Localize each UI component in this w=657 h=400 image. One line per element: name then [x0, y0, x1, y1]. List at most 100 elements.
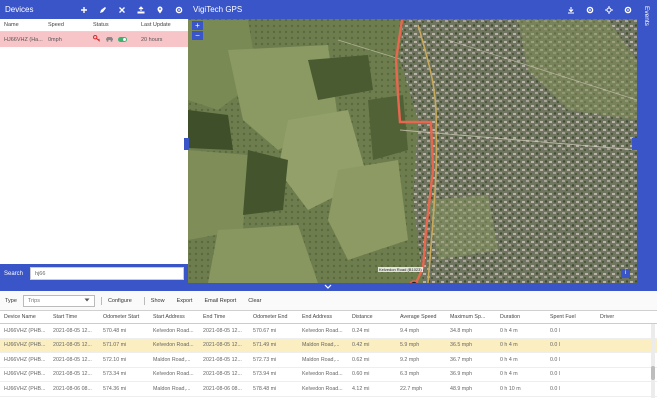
satellite-map[interactable] — [188, 0, 637, 283]
column-start-address[interactable]: Start Address — [149, 314, 199, 320]
column-duration[interactable]: Duration — [496, 314, 546, 320]
zoom-in-button[interactable]: + — [192, 21, 203, 30]
remove-icon[interactable] — [118, 6, 126, 14]
cell-average-speed: 9.4 mph — [400, 327, 420, 334]
export-button[interactable]: Export — [177, 298, 193, 304]
cell-duration: 0 h 4 m — [500, 342, 518, 349]
cell-odometer-end: 572.73 mi — [253, 356, 277, 363]
column-spent-fuel[interactable]: Spent Fuel — [546, 314, 596, 320]
download-icon[interactable] — [567, 6, 575, 14]
cell-duration: 0 h 4 m — [500, 327, 518, 334]
cell-average-speed: 6.3 mph — [400, 371, 420, 378]
share-icon[interactable] — [137, 5, 145, 14]
column-last-update[interactable]: Last Update — [141, 22, 186, 28]
devices-column-header: Name Speed Status Last Update — [0, 19, 188, 32]
column-odometer-end[interactable]: Odometer End — [249, 314, 298, 320]
show-button[interactable]: Show — [151, 298, 165, 304]
column-status[interactable]: Status — [93, 22, 141, 28]
cell-maximum-speed: 36.5 mph — [450, 342, 473, 349]
cell-average-speed: 22.7 mph — [400, 385, 423, 392]
location-icon[interactable] — [156, 6, 164, 14]
map-view[interactable]: VigiTech GPS + − Kelvedon Road (B1023) i — [188, 0, 637, 283]
map-title: VigiTech GPS — [193, 5, 243, 14]
scrollbar-thumb[interactable] — [651, 366, 655, 380]
cell-spent-fuel: 0.0 l — [550, 371, 561, 378]
cell-odometer-start: 574.36 mi — [103, 385, 127, 392]
trips-panel: Type Trips Configure Show Export Email R… — [0, 291, 657, 400]
column-start-time[interactable]: Start Time — [49, 314, 99, 320]
cell-end-address: Kelvedon Road... — [302, 385, 343, 392]
cell-distance: 0.60 mi — [352, 371, 370, 378]
cell-start-time: 2021-08-06 08... — [53, 385, 92, 392]
column-distance[interactable]: Distance — [348, 314, 396, 320]
collapse-devices-handle[interactable] — [184, 138, 189, 150]
device-search-input[interactable] — [30, 267, 184, 280]
report-type-value: Trips — [27, 297, 40, 304]
column-odometer-start[interactable]: Odometer Start — [99, 314, 149, 320]
cell-end-address: Kelvedon Road... — [302, 371, 343, 378]
key-icon — [93, 35, 101, 44]
cell-end-time: 2021-08-05 12... — [203, 371, 242, 378]
column-name[interactable]: Name — [0, 22, 48, 28]
toolbar-divider — [100, 296, 102, 305]
cell-odometer-start: 572.10 mi — [103, 356, 127, 363]
cell-start-time: 2021-08-05 12... — [53, 356, 92, 363]
settings-icon[interactable] — [175, 6, 183, 14]
map-place-label: Kelvedon Road (B1023) — [378, 267, 423, 272]
gear-icon[interactable] — [624, 6, 632, 14]
cell-distance: 4.12 mi — [352, 385, 370, 392]
clear-button[interactable]: Clear — [248, 298, 261, 304]
cell-distance: 0.42 mi — [352, 342, 370, 349]
settings-icon[interactable] — [586, 6, 594, 14]
cell-maximum-speed: 36.9 mph — [450, 371, 473, 378]
cell-maximum-speed: 34.8 mph — [450, 327, 473, 334]
add-icon[interactable] — [80, 6, 88, 14]
cell-start-time: 2021-08-05 12... — [53, 371, 92, 378]
edit-icon[interactable] — [99, 6, 107, 14]
device-row[interactable]: HJ66VHZ (Ha... 0mph 20 hours — [0, 32, 188, 47]
column-maximum-speed[interactable]: Maximum Sp... — [446, 314, 496, 320]
device-speed: 0mph — [48, 36, 62, 43]
email-report-button[interactable]: Email Report — [204, 298, 236, 304]
cell-odometer-end: 578.48 mi — [253, 385, 277, 392]
cell-device-name: HJ66VHZ (PHB... — [4, 356, 46, 363]
tracking-toggle[interactable] — [118, 37, 127, 42]
table-row[interactable]: HJ66VHZ (PHB... 2021-08-05 12... 573.34 … — [0, 368, 657, 382]
cell-start-address: Kelvedon Road... — [153, 342, 194, 349]
events-sidebar[interactable]: Events — [637, 0, 657, 283]
cell-start-address: Maldon Road,... — [153, 385, 191, 392]
column-end-time[interactable]: End Time — [199, 314, 249, 320]
column-device-name[interactable]: Device Name — [0, 314, 49, 320]
cell-odometer-start: 573.34 mi — [103, 371, 127, 378]
cell-end-address: Maldon Road,... — [302, 356, 340, 363]
trips-scrollbar[interactable] — [651, 324, 655, 398]
cell-distance: 0.62 mi — [352, 356, 370, 363]
collapse-events-handle[interactable] — [632, 138, 637, 150]
map-info-button[interactable]: i — [621, 269, 630, 278]
locate-icon[interactable] — [605, 5, 613, 14]
cell-device-name: HJ66VHZ (PHB... — [4, 327, 46, 334]
cell-spent-fuel: 0.0 l — [550, 385, 561, 392]
devices-panel: Devices Name Speed Status Last Update HJ… — [0, 0, 188, 283]
report-type-select[interactable]: Trips — [22, 294, 95, 307]
cell-end-time: 2021-08-05 12... — [203, 327, 242, 334]
cell-average-speed: 5.9 mph — [400, 342, 420, 349]
column-average-speed[interactable]: Average Speed — [396, 314, 446, 320]
table-row[interactable]: HJ66VHZ (PHB... 2021-08-05 12... 572.10 … — [0, 353, 657, 368]
column-driver[interactable]: Driver — [596, 314, 636, 320]
configure-button[interactable]: Configure — [108, 298, 132, 304]
table-row[interactable]: HJ66VHZ (PHB... 2021-08-06 08... 574.36 … — [0, 382, 657, 397]
cell-odometer-end: 573.94 mi — [253, 371, 277, 378]
cell-duration: 0 h 4 m — [500, 356, 518, 363]
device-search-bar: Search — [0, 264, 188, 283]
column-end-address[interactable]: End Address — [298, 314, 348, 320]
table-row[interactable]: HJ66VHZ (PHB... 2021-08-05 12... 570.48 … — [0, 324, 657, 339]
collapse-bottom-handle[interactable] — [318, 284, 338, 290]
cell-spent-fuel: 0.0 l — [550, 327, 561, 334]
column-speed[interactable]: Speed — [48, 22, 93, 28]
cell-device-name: HJ66VHZ (PHB... — [4, 342, 46, 349]
table-row-selected[interactable]: HJ66VHZ (PHB... 2021-08-05 12... 571.07 … — [0, 338, 657, 353]
cell-odometer-end: 571.49 mi — [253, 342, 277, 349]
trips-toolbar: Type Trips Configure Show Export Email R… — [0, 291, 657, 311]
zoom-out-button[interactable]: − — [192, 31, 203, 40]
